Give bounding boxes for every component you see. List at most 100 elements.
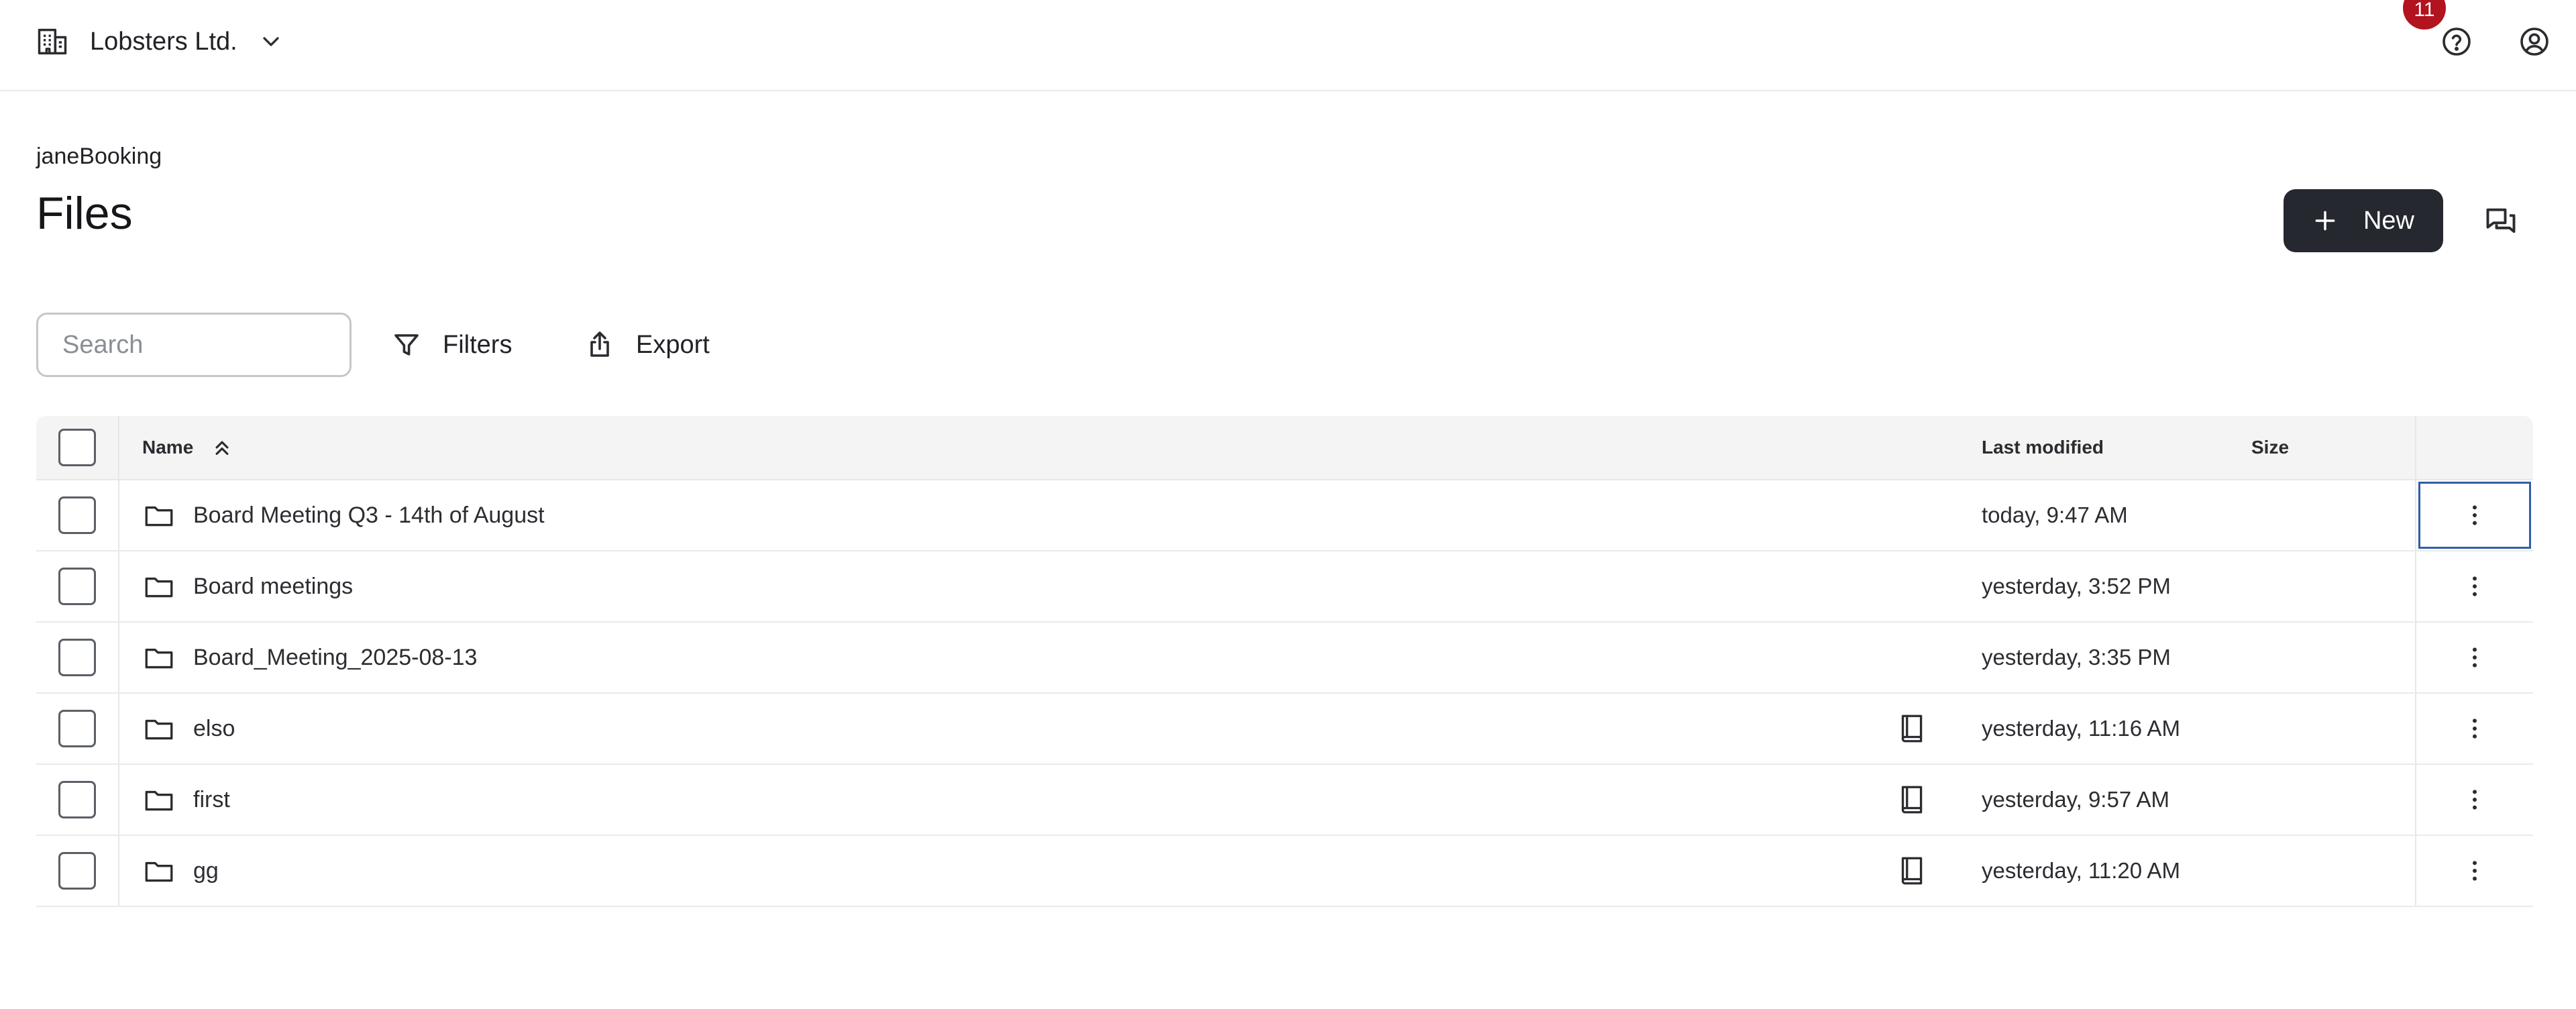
folder-icon [142,570,193,603]
export-button[interactable]: Export [578,319,715,370]
row-select-cell [36,765,119,835]
book-cell [1894,694,1928,763]
file-name: elso [193,715,235,741]
file-name-cell[interactable]: first [142,765,230,835]
more-vertical-icon [2461,644,2488,671]
more-vertical-icon [2461,786,2488,813]
row-select-cell [36,480,119,550]
book-cell [1894,836,1928,906]
file-name: Board_Meeting_2025-08-13 [193,644,478,670]
file-name: gg [193,857,219,884]
more-vertical-icon [2461,715,2488,742]
row-select-cell [36,551,119,621]
org-switcher[interactable]: Lobsters Ltd. [27,19,292,64]
column-header-name-label: Name [142,437,194,458]
book-cell [1894,765,1928,835]
table-row[interactable]: Board meetings yesterday, 3:52 PM [36,551,2533,623]
filters-button[interactable]: Filters [385,319,517,370]
row-actions-cell [2415,765,2533,835]
share-upload-icon [584,329,636,361]
column-header-last-modified[interactable]: Last modified [1982,416,2104,479]
row-actions-cell [2415,694,2533,763]
files-app: Lobsters Ltd. 11 janeBooking Files New S… [0,0,2576,1009]
row-more-button[interactable] [2418,837,2531,904]
row-checkbox[interactable] [58,710,96,747]
select-all-cell [36,416,119,479]
row-actions-cell [2415,551,2533,621]
row-select-cell [36,623,119,692]
more-vertical-icon [2461,857,2488,884]
row-actions-cell [2415,623,2533,692]
more-vertical-icon [2461,502,2488,529]
row-more-button[interactable] [2418,766,2531,833]
last-modified-cell: yesterday, 11:16 AM [1982,716,2180,741]
help-circle-icon [2440,25,2473,58]
org-name: Lobsters Ltd. [90,27,237,56]
book-icon [1894,854,1928,888]
row-more-button[interactable] [2418,695,2531,762]
row-select-cell [36,836,119,906]
table-row[interactable]: Board Meeting Q3 - 14th of August today,… [36,480,2533,551]
file-name: first [193,786,230,812]
row-select-cell [36,694,119,763]
column-header-size[interactable]: Size [2251,416,2289,479]
table-header: Name Last modified Size [36,416,2533,480]
file-name-cell[interactable]: Board Meeting Q3 - 14th of August [142,480,545,550]
files-table: Name Last modified Size Board Meeting Q3… [36,416,2533,907]
row-more-button[interactable] [2418,624,2531,691]
row-checkbox[interactable] [58,496,96,534]
new-button-label: New [2363,206,2415,235]
new-button[interactable]: New [2284,189,2443,252]
column-header-name[interactable]: Name [142,416,235,479]
row-more-button[interactable] [2418,553,2531,620]
row-more-button[interactable] [2418,482,2531,549]
book-icon [1894,712,1928,745]
last-modified-cell: yesterday, 3:52 PM [1982,574,2171,598]
row-actions-cell [2415,836,2533,906]
search-input[interactable] [36,313,352,377]
help-button[interactable] [2436,21,2477,62]
top-bar: Lobsters Ltd. 11 [0,0,2576,91]
folder-icon [142,783,193,816]
folder-icon [142,712,193,745]
breadcrumb[interactable]: janeBooking [36,144,162,170]
actions-header-cell [2415,416,2533,479]
last-modified-cell: yesterday, 9:57 AM [1982,787,2170,812]
folder-icon [142,498,193,532]
table-row[interactable]: elso yesterday, 11:16 AM [36,694,2533,765]
folder-icon [142,641,193,674]
comments-button[interactable] [2479,200,2522,243]
row-actions-cell [2415,480,2533,550]
row-checkbox[interactable] [58,639,96,676]
export-label: Export [636,330,710,359]
row-checkbox[interactable] [58,568,96,605]
folder-icon [142,854,193,888]
building-icon [35,24,70,59]
file-name-cell[interactable]: Board meetings [142,551,353,621]
row-checkbox[interactable] [58,852,96,890]
table-body: Board Meeting Q3 - 14th of August today,… [36,480,2533,907]
filters-label: Filters [443,330,513,359]
file-name-cell[interactable]: Board_Meeting_2025-08-13 [142,623,477,692]
table-row[interactable]: Board_Meeting_2025-08-13 yesterday, 3:35… [36,623,2533,694]
file-name: Board Meeting Q3 - 14th of August [193,502,545,528]
table-row[interactable]: gg yesterday, 11:20 AM [36,836,2533,907]
chevron-down-icon [237,28,284,55]
plus-icon [2312,208,2363,233]
last-modified-cell: yesterday, 3:35 PM [1982,645,2171,670]
notification-badge[interactable]: 11 [2403,0,2446,30]
last-modified-cell: today, 9:47 AM [1982,502,2128,527]
more-vertical-icon [2461,573,2488,600]
filter-icon [390,329,443,361]
page-title: Files [36,188,133,239]
file-name: Board meetings [193,573,354,599]
row-checkbox[interactable] [58,781,96,818]
select-all-checkbox[interactable] [58,429,96,466]
file-name-cell[interactable]: elso [142,694,235,763]
book-icon [1894,783,1928,816]
table-row[interactable]: first yesterday, 9:57 AM [36,765,2533,836]
account-button[interactable] [2514,21,2555,62]
file-name-cell[interactable]: gg [142,836,219,906]
user-circle-icon [2518,25,2551,58]
sort-ascending-icon [193,435,235,460]
